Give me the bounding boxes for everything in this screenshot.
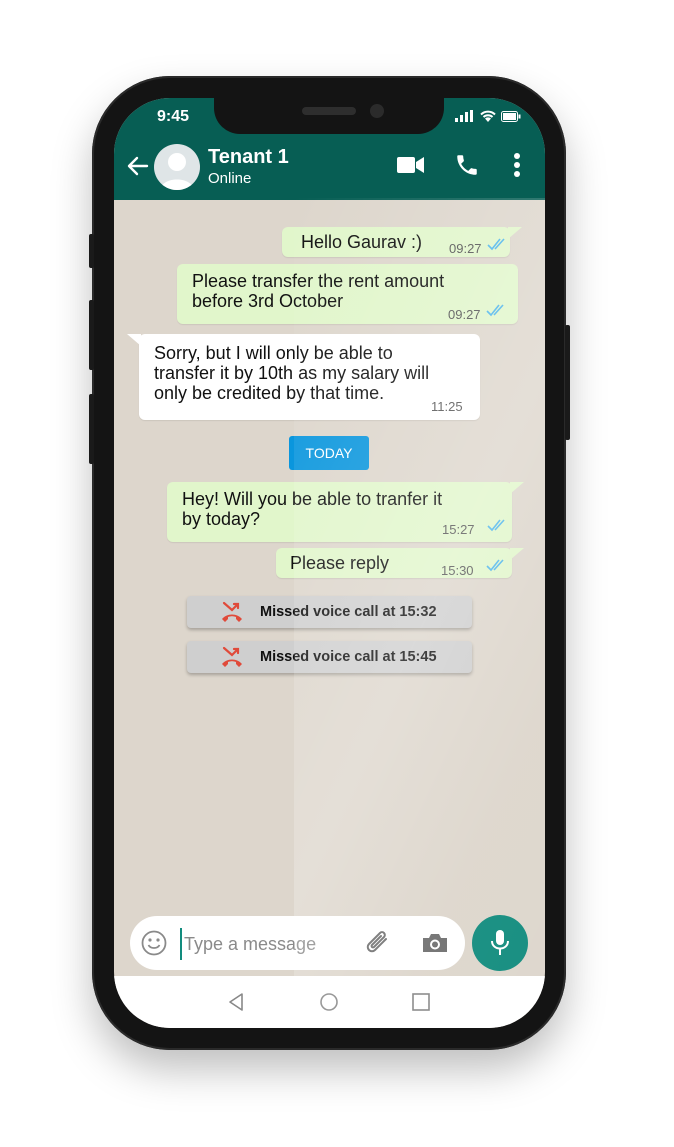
double-check-icon: [487, 519, 505, 532]
message-time: 09:27: [449, 241, 482, 256]
missed-call-label: Missed voice call at 15:32: [260, 604, 437, 620]
camera-icon[interactable]: [421, 932, 449, 954]
message-time: 15:30: [441, 563, 474, 578]
chat-header: Tenant 1 Online: [114, 134, 545, 200]
signal-icon: [455, 110, 473, 122]
volume-button: [89, 234, 94, 268]
bubble-tail: [508, 227, 522, 239]
attach-icon[interactable]: [364, 930, 392, 956]
back-arrow-icon[interactable]: [126, 154, 150, 178]
avatar[interactable]: [154, 144, 200, 190]
person-icon: [160, 153, 194, 190]
bubble-tail: [127, 334, 141, 346]
message-text: Sorry, but I will only be able to: [154, 343, 393, 363]
missed-call-icon: [222, 646, 242, 667]
double-check-icon: [487, 238, 505, 251]
double-check-icon: [486, 304, 504, 317]
message-text: Please transfer the rent amount: [192, 271, 445, 291]
message-text: only be credited by that time.: [154, 383, 385, 403]
power-button: [565, 325, 570, 440]
mic-icon: [491, 930, 509, 955]
nav-back-icon[interactable]: [227, 992, 245, 1012]
double-check-icon: [486, 559, 504, 572]
missed-call-notice[interactable]: Missed voice call at 15:32: [187, 596, 472, 628]
message-text: before 3rd October: [192, 291, 344, 311]
missed-call-icon: [222, 601, 242, 622]
message-time: 11:25: [431, 399, 463, 414]
message-bubble-incoming[interactable]: Sorry, but I will only be able to transf…: [139, 334, 480, 420]
status-time: 9:45: [157, 108, 190, 125]
nav-recents-icon[interactable]: [411, 992, 431, 1012]
volume-button: [89, 300, 94, 370]
front-camera: [370, 104, 384, 118]
bubble-tail: [510, 482, 524, 494]
missed-call-notice[interactable]: Missed voice call at 15:45: [187, 641, 472, 673]
more-options-icon[interactable]: [513, 152, 521, 178]
message-bubble-outgoing[interactable]: Please transfer the rent amount before 3…: [177, 264, 518, 324]
volume-button: [89, 394, 94, 464]
missed-call-label: Missed voice call at 15:45: [260, 649, 437, 665]
video-call-icon[interactable]: [397, 156, 425, 174]
speaker: [302, 107, 356, 115]
emoji-icon[interactable]: [141, 930, 167, 956]
mic-button[interactable]: [472, 915, 528, 971]
message-input[interactable]: [180, 928, 336, 960]
message-bubble-outgoing[interactable]: Please reply 15:30: [276, 548, 512, 578]
message-text: transfer it by 10th as my salary will: [154, 363, 430, 383]
message-text: by today?: [182, 509, 261, 529]
battery-icon: [501, 111, 521, 122]
phone-call-icon[interactable]: [454, 152, 480, 178]
message-text: Hello Gaurav :): [301, 232, 423, 252]
bubble-tail: [510, 548, 524, 560]
message-time: 09:27: [448, 307, 481, 322]
date-divider: TODAY: [289, 436, 369, 470]
message-bubble-outgoing[interactable]: Hey! Will you be able to tranfer it by t…: [167, 482, 512, 542]
screen: 9:45 Tenant 1 Online Hello Gaurav :) 09:…: [114, 98, 545, 1028]
wifi-icon: [480, 110, 496, 122]
contact-name[interactable]: Tenant 1: [208, 146, 289, 169]
message-text: Hey! Will you be able to tranfer it: [182, 489, 443, 509]
nav-home-icon[interactable]: [319, 992, 339, 1012]
message-composer: [130, 916, 465, 970]
message-time: 15:27: [442, 522, 475, 537]
status-icons: [455, 110, 521, 122]
message-text: Please reply: [290, 553, 390, 573]
system-nav-bar: [114, 976, 545, 1028]
contact-status: Online: [208, 170, 252, 187]
notch: [214, 96, 444, 134]
message-bubble-outgoing[interactable]: Hello Gaurav :) 09:27: [282, 227, 510, 257]
